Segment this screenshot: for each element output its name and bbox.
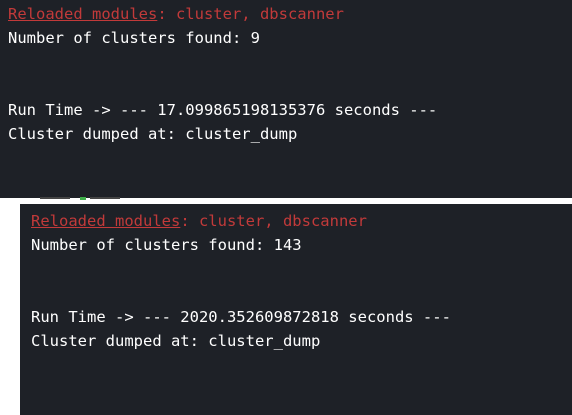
cluster-dump-line: Cluster dumped at: cluster_dump — [8, 125, 298, 143]
runtime-line: Run Time -> --- 17.099865198135376 secon… — [8, 101, 438, 119]
blank-lines — [8, 50, 572, 98]
reload-line: Reloaded modules: cluster, dbscanner — [31, 209, 572, 233]
console-output-bottom: Reloaded modules: cluster, dbscanner Num… — [20, 204, 572, 415]
clusters-found-line: Number of clusters found: 9 — [8, 29, 260, 47]
reloaded-modules-list: : cluster, dbscanner — [180, 212, 367, 230]
reloaded-modules-label: Reloaded modules — [31, 212, 181, 230]
runtime-line: Run Time -> --- 2020.352609872818 second… — [31, 308, 451, 326]
reload-line: Reloaded modules: cluster, dbscanner — [8, 2, 572, 26]
reloaded-modules-label: Reloaded modules — [8, 5, 158, 23]
cluster-dump-line: Cluster dumped at: cluster_dump — [31, 332, 321, 350]
blank-lines — [31, 257, 572, 305]
reloaded-modules-list: : cluster, dbscanner — [157, 5, 344, 23]
console-output-top: Reloaded modules: cluster, dbscanner Num… — [0, 0, 572, 198]
clusters-found-line: Number of clusters found: 143 — [31, 236, 302, 254]
crop-artifact — [40, 197, 150, 203]
